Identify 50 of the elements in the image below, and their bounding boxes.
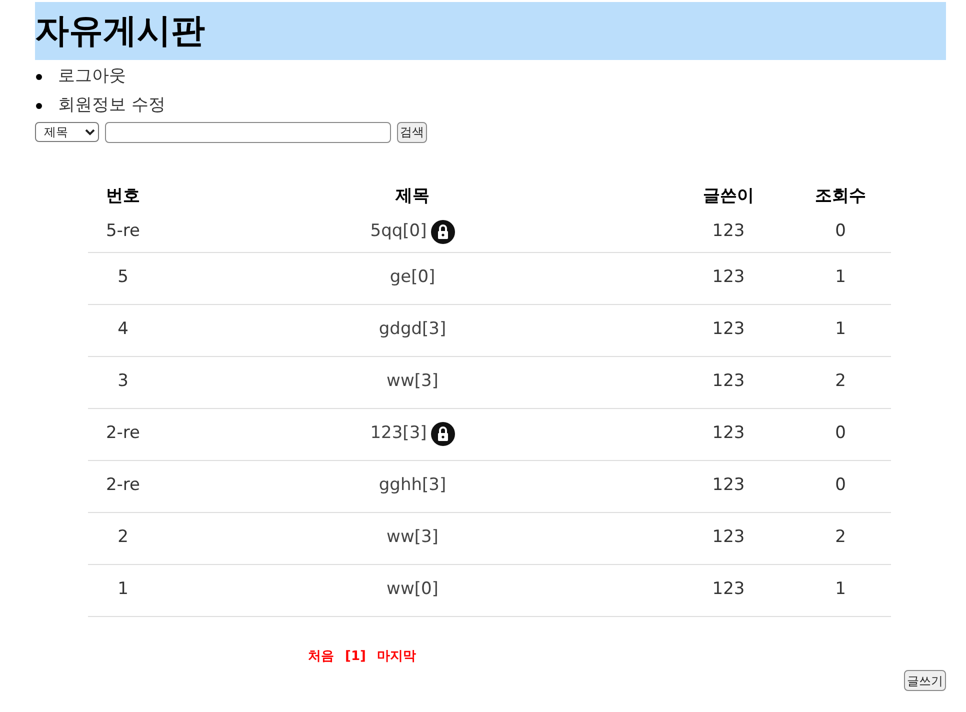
post-title-link[interactable]: ww[0] — [386, 577, 438, 603]
post-title-link[interactable]: ww[3] — [386, 369, 438, 395]
table-cell: 1 — [790, 304, 891, 356]
write-button[interactable]: 글쓰기 — [904, 670, 946, 691]
table-cell: 0 — [790, 460, 891, 512]
first-page-link[interactable]: 처음 — [308, 646, 334, 666]
table-cell: 3 — [88, 356, 158, 408]
table-cell: 1 — [88, 564, 158, 616]
post-title-link[interactable]: ge[0] — [390, 265, 436, 291]
post-title-link[interactable]: ww[3] — [386, 525, 438, 551]
table-cell: 123 — [667, 460, 790, 512]
table-cell: 123 — [667, 408, 790, 460]
table-cell: 2-re — [88, 460, 158, 512]
table-cell: 123 — [667, 356, 790, 408]
table-cell: 4 — [88, 304, 158, 356]
table-cell: 123 — [667, 512, 790, 564]
table-cell: 1 — [790, 564, 891, 616]
lock-icon — [430, 220, 455, 244]
table-cell: 2-re — [88, 408, 158, 460]
post-title-link[interactable]: 5qq[0] — [370, 219, 427, 244]
table-cell: 123 — [667, 212, 790, 252]
search-button[interactable]: 검색 — [397, 122, 427, 142]
post-title-link[interactable]: gdgd[3] — [378, 317, 446, 343]
table-cell: 123 — [667, 252, 790, 304]
column-header: 글쓴이 — [702, 185, 755, 208]
column-header: 조회수 — [814, 185, 867, 208]
search-field[interactable] — [105, 122, 391, 142]
post-title-link[interactable]: gghh[3] — [378, 473, 446, 499]
menu-link[interactable]: 회원정보 수정 — [58, 92, 166, 118]
page-link[interactable]: [1] — [345, 646, 366, 666]
table-cell: 1 — [790, 252, 891, 304]
table-cell: 0 — [790, 408, 891, 460]
bullet-icon — [36, 102, 42, 108]
search-type-select[interactable]: 제목 — [35, 122, 99, 142]
bullet-icon — [36, 74, 42, 80]
menu-link[interactable]: 로그아웃 — [58, 64, 126, 90]
lock-icon — [430, 422, 455, 446]
table-cell: 123 — [667, 564, 790, 616]
table-cell: 2 — [790, 512, 891, 564]
page-title: 자유게시판 — [35, 10, 205, 52]
post-title-link[interactable]: 123[3] — [370, 421, 427, 447]
table-cell: 123 — [667, 304, 790, 356]
table-cell: 5-re — [88, 212, 158, 252]
table-cell: 0 — [790, 212, 891, 252]
column-header: 제목 — [394, 185, 430, 208]
table-cell: 2 — [790, 356, 891, 408]
table-cell: 5 — [88, 252, 158, 304]
table-cell: 2 — [88, 512, 158, 564]
column-header: 번호 — [105, 185, 141, 208]
last-page-link[interactable]: 마지막 — [376, 646, 416, 666]
